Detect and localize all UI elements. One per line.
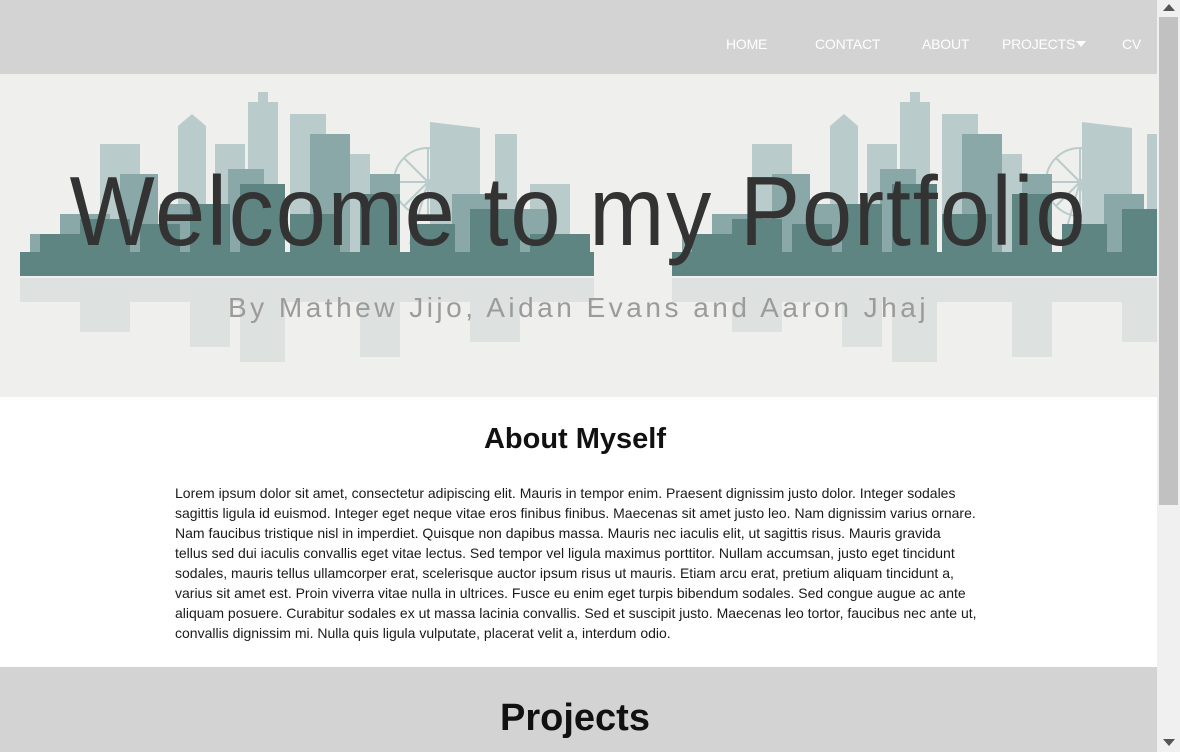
- projects-heading: Projects: [500, 697, 650, 739]
- nav-dropdown-projects[interactable]: PROJECTS: [1002, 36, 1087, 52]
- scrollbar-thumb[interactable]: [1159, 17, 1178, 505]
- nav-link-home[interactable]: HOME: [726, 36, 767, 52]
- about-heading: About Myself: [483, 423, 667, 455]
- nav-projects-label: PROJECTS: [1002, 36, 1076, 52]
- nav-link-contact[interactable]: CONTACT: [815, 36, 880, 52]
- projects-section: Projects: [0, 667, 1157, 752]
- nav-link-about[interactable]: ABOUT: [922, 36, 969, 52]
- nav-link-cv[interactable]: CV: [1122, 36, 1141, 52]
- about-paragraph: Lorem ipsum dolor sit amet, consectetur …: [175, 485, 977, 641]
- hero-banner: Welcome to my Portfolio By Mathew Jijo, …: [0, 74, 1157, 397]
- hero-title: Welcome to my Portfolio: [69, 156, 1088, 266]
- hero-subtitle: By Mathew Jijo, Aidan Evans and Aaron Jh…: [227, 292, 930, 323]
- top-navbar: HOME CONTACT ABOUT PROJECTS CV: [0, 0, 1157, 74]
- caret-down-icon: [1076, 41, 1087, 47]
- scroll-down-arrow-icon[interactable]: [1163, 739, 1175, 746]
- page: HOME CONTACT ABOUT PROJECTS CV Welcome t…: [0, 0, 1157, 752]
- scroll-up-arrow-icon[interactable]: [1163, 4, 1175, 11]
- vertical-scrollbar[interactable]: [1157, 0, 1180, 752]
